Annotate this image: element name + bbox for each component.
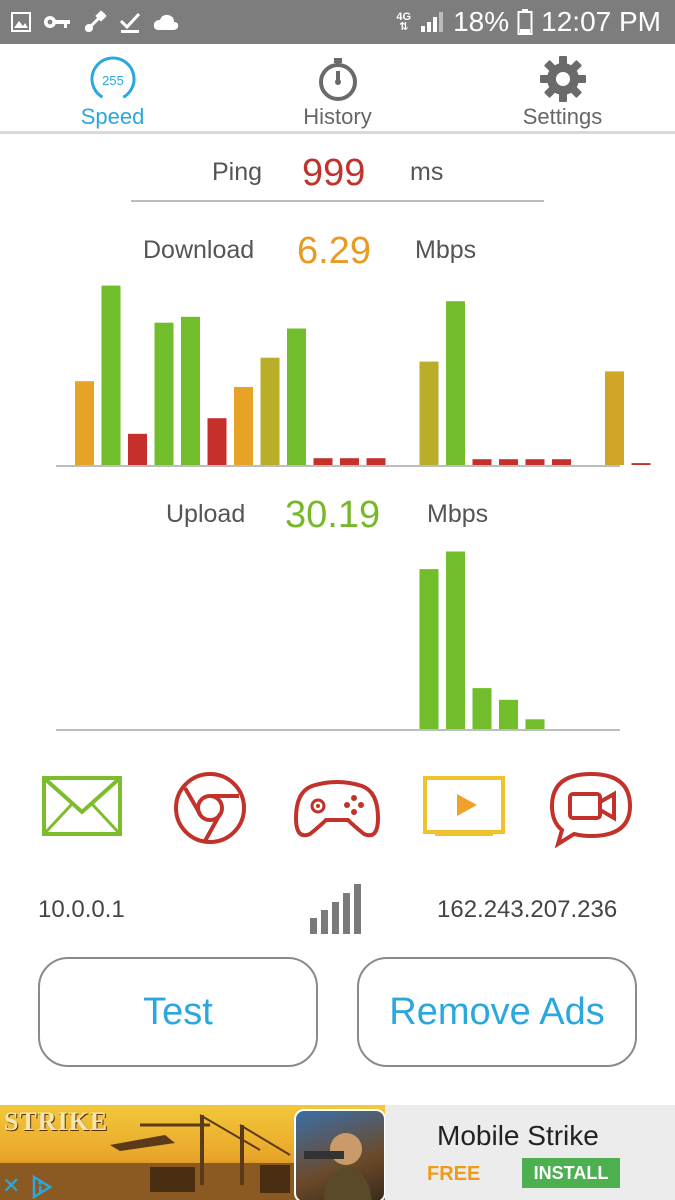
download-bar-3	[128, 433, 147, 465]
stopwatch-icon	[319, 58, 357, 101]
ping-label: Ping	[212, 158, 263, 186]
image-icon	[11, 12, 31, 32]
upload-bar-17	[499, 699, 518, 730]
download-bar-2	[101, 285, 121, 465]
video-play-icon[interactable]	[419, 768, 509, 848]
upload-bar-18	[525, 719, 545, 730]
download-bar-10	[313, 458, 333, 465]
ad-install-button[interactable]: INSTALL	[522, 1158, 620, 1188]
tab-speed-label: Speed	[80, 104, 145, 129]
upload-chart-baseline	[56, 729, 620, 731]
tab-history[interactable]: History	[225, 44, 450, 132]
signal-icon	[421, 12, 444, 32]
download-bar-19	[552, 459, 571, 465]
status-bar: 4G ⇅ 18% 12:07 PM	[0, 0, 675, 44]
download-chart-baseline	[56, 465, 620, 467]
upload-bar-15	[446, 551, 465, 729]
ad-title: Mobile Strike	[437, 1120, 599, 1151]
tab-history-label: History	[303, 104, 372, 129]
upload-unit: Mbps	[427, 500, 489, 528]
network-arrows: ⇅	[399, 21, 409, 33]
ping-unit: ms	[410, 158, 444, 186]
speedometer-badge: 255	[102, 73, 124, 88]
download-bar-9	[287, 328, 306, 465]
check-icon	[119, 12, 141, 33]
cloud-icon	[153, 14, 179, 30]
download-bar-11	[340, 458, 359, 465]
ad-artwork: STRIKE	[0, 1105, 385, 1200]
ad-choices-icon[interactable]	[30, 1175, 54, 1199]
status-bar-left-icons	[10, 8, 180, 36]
status-bar-right: 4G ⇅ 18% 12:07 PM	[396, 0, 661, 44]
ad-app-icon-art	[304, 1133, 372, 1200]
download-bar-17	[499, 459, 518, 465]
download-label: Download	[143, 236, 255, 264]
download-bar-21	[605, 371, 624, 465]
remove-ads-button[interactable]: Remove Ads	[357, 957, 637, 1067]
network-type: 4G ⇅	[396, 12, 411, 33]
download-bar-5	[181, 316, 200, 465]
download-bar-7	[234, 387, 253, 465]
download-bar-16	[472, 459, 492, 465]
tab-settings-label: Settings	[522, 104, 603, 129]
ad-close-icon[interactable]: ✕	[2, 1173, 20, 1199]
tab-bar: 255 Speed History Settings	[0, 44, 675, 132]
mail-icon[interactable]	[38, 768, 128, 848]
ad-app-icon	[294, 1109, 385, 1200]
download-unit: Mbps	[415, 236, 477, 264]
gamepad-icon[interactable]	[292, 768, 382, 848]
video-chat-icon[interactable]	[546, 768, 636, 848]
upload-bar-14	[419, 569, 439, 729]
download-bar-15	[446, 301, 465, 465]
usb-icon	[84, 10, 107, 33]
upload-label: Upload	[166, 500, 246, 528]
remote-ip: 162.243.207.236	[437, 896, 618, 923]
chrome-icon[interactable]	[165, 768, 255, 848]
download-bar-22	[631, 463, 651, 465]
local-ip: 10.0.0.1	[38, 896, 125, 923]
download-chart	[56, 285, 651, 467]
download-bar-6	[207, 418, 227, 465]
battery-percent: 18%	[453, 6, 510, 37]
ad-free-label: FREE	[427, 1163, 481, 1185]
tab-bar-divider	[0, 131, 675, 134]
upload-value: 30.19	[285, 494, 381, 536]
tab-settings[interactable]: Settings	[450, 44, 675, 132]
clock: 12:07 PM	[541, 6, 661, 37]
battery-icon	[517, 9, 533, 35]
upload-bar-16	[472, 688, 492, 729]
download-bar-14	[419, 361, 439, 465]
ping-value: 999	[302, 152, 366, 194]
upload-chart	[56, 551, 620, 731]
download-value: 6.29	[297, 230, 371, 272]
key-icon	[44, 16, 70, 28]
download-bar-8	[260, 357, 280, 465]
download-bar-1	[75, 381, 94, 465]
ad-game-logo: STRIKE	[4, 1107, 109, 1136]
ping-divider	[131, 200, 544, 202]
signal-strength-icon	[310, 884, 361, 934]
download-bar-4	[154, 322, 174, 465]
gear-icon	[540, 56, 586, 102]
speedometer-icon: 255	[90, 56, 136, 102]
test-button[interactable]: Test	[38, 957, 318, 1067]
download-bar-18	[525, 459, 545, 465]
download-bar-12	[366, 458, 386, 465]
tab-speed[interactable]: 255 Speed	[0, 44, 225, 132]
ad-banner[interactable]: STRIKE ✕ Mobile Strike FREE INSTALL	[0, 1105, 675, 1200]
